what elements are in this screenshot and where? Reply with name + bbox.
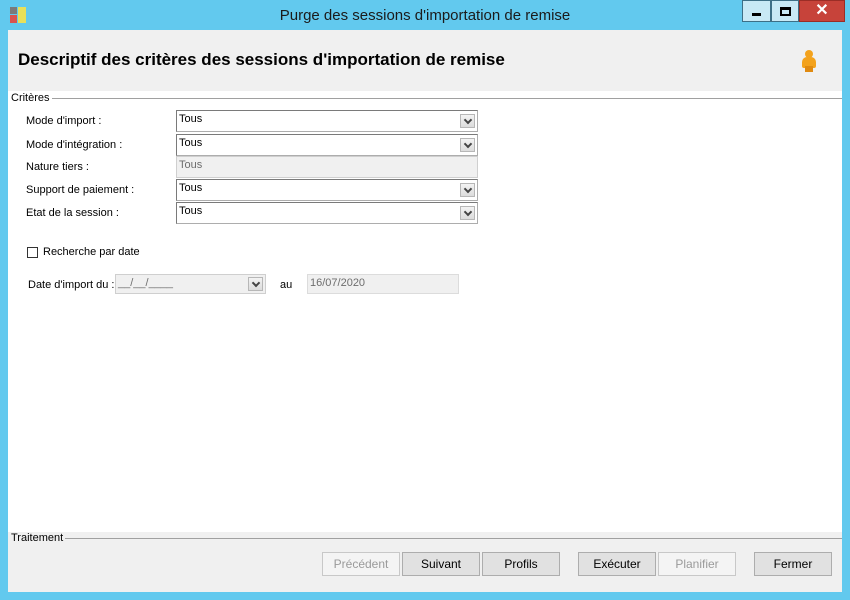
window: Purge des sessions d'importation de remi… xyxy=(0,0,850,600)
chevron-down-icon[interactable] xyxy=(460,114,475,128)
window-title: Purge des sessions d'importation de remi… xyxy=(279,7,571,24)
precedent-button: Précédent xyxy=(322,552,400,576)
etat-session-select[interactable]: Tous xyxy=(176,202,478,224)
nature-tiers-select: Tous xyxy=(176,156,478,178)
chevron-down-icon xyxy=(248,277,263,291)
profils-button[interactable]: Profils xyxy=(482,552,560,576)
traitement-group-label: Traitement xyxy=(11,532,66,544)
criteres-group-label: Critères xyxy=(11,92,52,104)
traitement-group-line xyxy=(64,538,842,539)
chevron-down-icon[interactable] xyxy=(460,138,475,152)
etat-session-value: Tous xyxy=(179,205,203,217)
support-paiement-label: Support de paiement : xyxy=(26,184,135,196)
header-title: Descriptif des critères des sessions d'i… xyxy=(18,50,505,69)
title-bar[interactable]: Purge des sessions d'importation de remi… xyxy=(0,0,850,30)
minimize-button[interactable] xyxy=(742,0,771,22)
chevron-down-icon[interactable] xyxy=(460,206,475,220)
recherche-par-date-checkbox[interactable] xyxy=(27,247,38,258)
etat-session-label: Etat de la session : xyxy=(26,207,119,219)
minimize-icon xyxy=(752,12,761,16)
mode-import-value: Tous xyxy=(179,113,203,125)
date-import-from-label: Date d'import du : xyxy=(28,279,115,291)
recherche-par-date-label[interactable]: Recherche par date xyxy=(43,246,140,258)
date-import-to-value: 16/07/2020 xyxy=(310,277,366,289)
maximize-icon xyxy=(779,6,791,16)
date-import-to-field: 16/07/2020 xyxy=(307,274,459,294)
date-import-to-label: au xyxy=(280,279,293,291)
fermer-button[interactable]: Fermer xyxy=(754,552,832,576)
nature-tiers-label: Nature tiers : xyxy=(26,161,89,173)
chevron-down-icon[interactable] xyxy=(460,183,475,197)
mode-integration-label: Mode d'intégration : xyxy=(26,139,123,151)
date-import-from-select: __/__/____ xyxy=(115,274,266,294)
date-import-from-value: __/__/____ xyxy=(118,277,174,289)
suivant-button[interactable]: Suivant xyxy=(402,552,480,576)
maximize-button[interactable] xyxy=(771,0,799,22)
user-icon[interactable] xyxy=(799,50,819,72)
mode-integration-value: Tous xyxy=(179,137,203,149)
nature-tiers-value: Tous xyxy=(179,159,203,171)
close-button[interactable]: ✕ xyxy=(799,0,845,22)
close-icon: ✕ xyxy=(815,2,829,19)
client-area: Descriptif des critères des sessions d'i… xyxy=(8,30,842,592)
mode-import-select[interactable]: Tous xyxy=(176,110,478,132)
planifier-button: Planifier xyxy=(658,552,736,576)
criteres-group-line xyxy=(48,98,842,99)
executer-button[interactable]: Exécuter xyxy=(578,552,656,576)
support-paiement-select[interactable]: Tous xyxy=(176,179,478,201)
header-panel: Descriptif des critères des sessions d'i… xyxy=(8,30,842,91)
support-paiement-value: Tous xyxy=(179,182,203,194)
mode-integration-select[interactable]: Tous xyxy=(176,134,478,156)
mode-import-label: Mode d'import : xyxy=(26,115,102,127)
